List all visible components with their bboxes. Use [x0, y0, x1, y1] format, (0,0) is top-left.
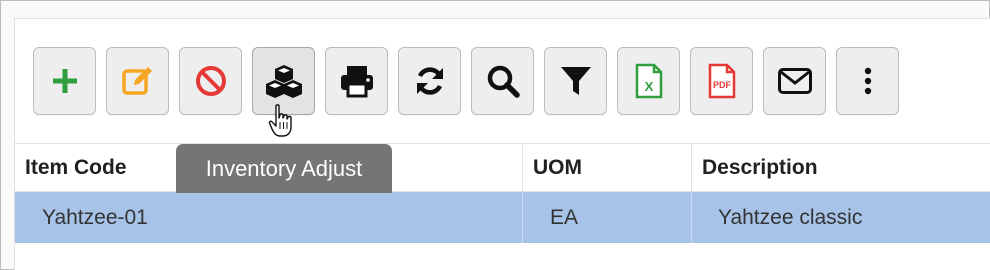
cell-uom: EA	[550, 205, 579, 229]
cell-description: Yahtzee classic	[718, 205, 863, 229]
column-divider	[522, 144, 523, 191]
cell-item-code: Yahtzee-01	[42, 205, 148, 229]
ban-icon	[195, 66, 226, 96]
tooltip: Inventory Adjust	[176, 144, 392, 193]
grid-header: Item Code UOM Description	[15, 143, 990, 192]
filter-button[interactable]	[544, 47, 607, 115]
excel-badge-text: X	[644, 79, 653, 94]
table-row[interactable]: Yahtzee-01 EA Yahtzee classic	[15, 192, 990, 243]
column-divider	[691, 144, 692, 191]
export-pdf-button[interactable]: PDF	[690, 47, 753, 115]
envelope-icon	[777, 68, 812, 94]
search-button[interactable]	[471, 47, 534, 115]
print-icon	[340, 66, 373, 98]
pdf-file-icon: PDF	[708, 63, 735, 99]
cubes-icon	[265, 65, 302, 98]
column-header-uom[interactable]: UOM	[523, 144, 691, 191]
filter-icon	[560, 67, 591, 95]
excel-file-icon: X	[635, 63, 662, 99]
search-icon	[487, 65, 520, 98]
edit-icon	[121, 67, 152, 95]
email-button[interactable]	[763, 47, 826, 115]
add-button[interactable]	[33, 47, 96, 115]
column-header-description[interactable]: Description	[692, 144, 990, 191]
hand-pointer-cursor-icon	[268, 104, 292, 137]
print-button[interactable]	[325, 47, 388, 115]
edit-button[interactable]	[106, 47, 169, 115]
column-divider	[691, 192, 692, 243]
export-excel-button[interactable]: X	[617, 47, 680, 115]
refresh-button[interactable]	[398, 47, 461, 115]
delete-button[interactable]	[179, 47, 242, 115]
pdf-badge-text: PDF	[713, 80, 732, 90]
refresh-icon	[416, 67, 443, 95]
tooltip-text: Inventory Adjust	[205, 155, 363, 181]
column-divider	[522, 192, 523, 243]
more-vertical-icon	[864, 67, 871, 95]
plus-icon	[52, 69, 77, 93]
more-button[interactable]	[836, 47, 899, 115]
